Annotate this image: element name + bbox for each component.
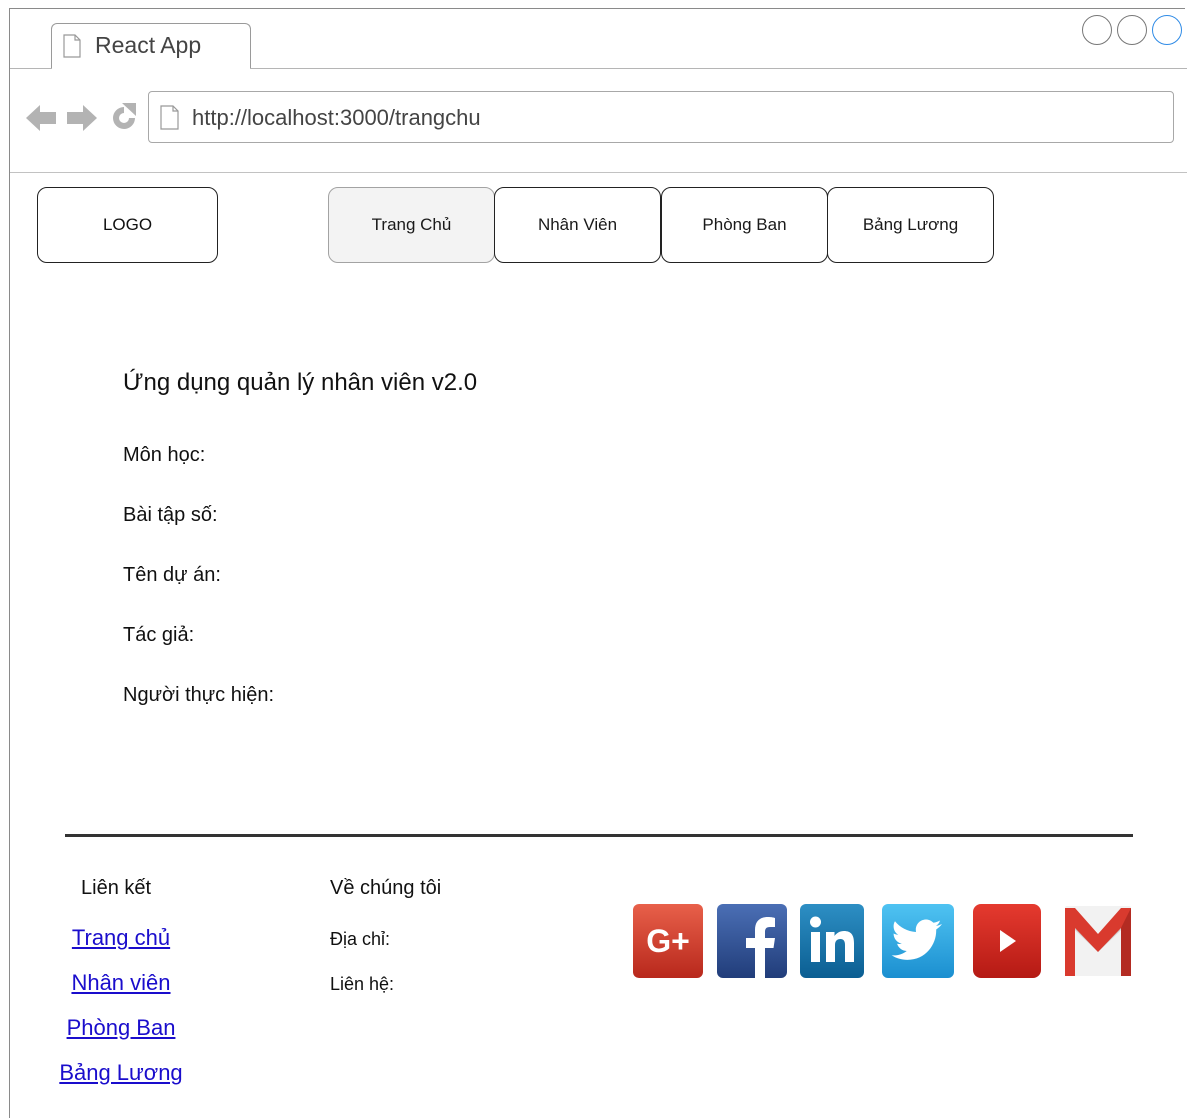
nav-bang-luong[interactable]: Bảng Lương xyxy=(827,187,994,263)
forward-arrow-icon[interactable] xyxy=(65,101,99,135)
info-item-mon-hoc: Môn học: xyxy=(123,444,206,466)
footer-links: Trang chủ Nhân viên Phòng Ban Bảng Lương xyxy=(50,925,192,1105)
window-control-circle-icon[interactable] xyxy=(1082,15,1112,45)
window-control-circle-icon[interactable] xyxy=(1152,15,1182,45)
project-info-list: Môn học: Bài tập số: Tên dự án: Tác giả:… xyxy=(123,444,274,744)
google-plus-icon[interactable]: G+ xyxy=(633,904,703,978)
info-item-nguoi-thuc-hien: Người thực hiện: xyxy=(123,684,275,706)
toolbar-divider xyxy=(10,172,1187,173)
footer-about-list: Địa chỉ: Liên hệ: xyxy=(330,929,394,1019)
nav-trang-chu[interactable]: Trang Chủ xyxy=(328,187,495,263)
linkedin-icon[interactable] xyxy=(800,904,870,978)
footer-link-trang-chu[interactable]: Trang chủ xyxy=(50,925,192,970)
footer-link-phong-ban[interactable]: Phòng Ban xyxy=(50,1015,192,1060)
window-control-circle-icon[interactable] xyxy=(1117,15,1147,45)
svg-text:G+: G+ xyxy=(646,923,690,959)
nav-nhan-vien[interactable]: Nhân Viên xyxy=(494,187,661,263)
address-bar[interactable]: http://localhost:3000/trangchu xyxy=(148,91,1174,143)
info-item-ten-du-an: Tên dự án: xyxy=(123,564,221,586)
footer-divider xyxy=(65,834,1133,837)
info-item-bai-tap-so: Bài tập số: xyxy=(123,504,218,526)
footer-contact: Liên hệ: xyxy=(330,974,395,994)
footer-about-heading: Về chúng tôi xyxy=(330,877,442,899)
tab-title: React App xyxy=(95,32,202,58)
nav-phong-ban[interactable]: Phòng Ban xyxy=(661,187,828,263)
page-icon xyxy=(160,105,179,130)
document-icon xyxy=(63,34,81,58)
youtube-icon[interactable] xyxy=(973,904,1043,978)
logo: LOGO xyxy=(37,187,218,263)
back-arrow-icon[interactable] xyxy=(24,101,58,135)
facebook-icon[interactable] xyxy=(717,904,787,978)
browser-tab[interactable]: React App xyxy=(51,23,251,69)
gmail-icon[interactable] xyxy=(1063,904,1133,978)
reload-icon[interactable] xyxy=(108,102,140,134)
footer-link-bang-luong[interactable]: Bảng Lương xyxy=(50,1060,192,1105)
twitter-icon[interactable] xyxy=(882,904,954,978)
footer-links-heading: Liên kết xyxy=(81,877,152,899)
footer-link-nhan-vien[interactable]: Nhân viên xyxy=(50,970,192,1015)
page-title: Ứng dụng quản lý nhân viên v2.0 xyxy=(123,369,478,396)
info-item-tac-gia: Tác giả: xyxy=(123,624,195,646)
url-text: http://localhost:3000/trangchu xyxy=(192,105,481,130)
footer-address: Địa chỉ: xyxy=(330,929,391,949)
